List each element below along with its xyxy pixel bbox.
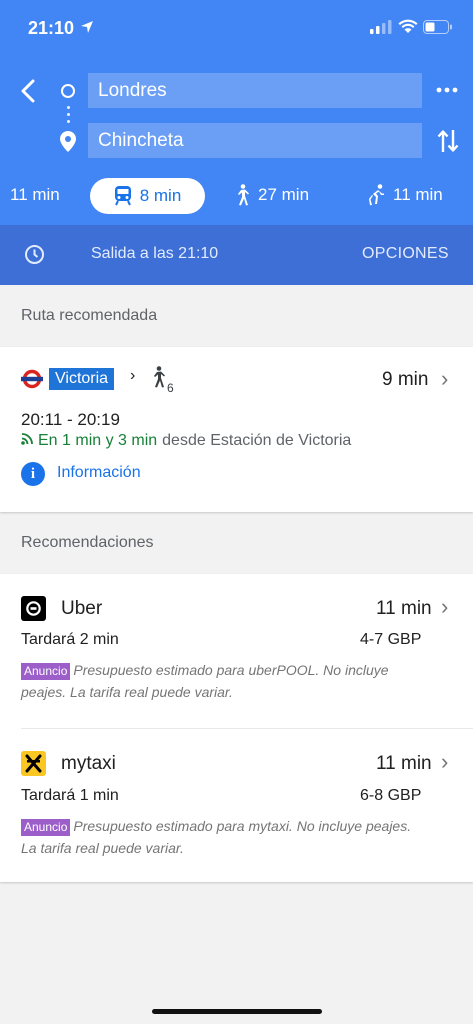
status-bar: 21:10 [0, 0, 473, 55]
battery-icon [423, 20, 453, 39]
options-button[interactable]: OPCIONES [362, 245, 449, 263]
live-signal-icon [21, 432, 34, 450]
live-times: En 1 min y 3 min [38, 432, 158, 449]
uber-wait: Tardará 2 min [21, 631, 119, 648]
departure-station: desde Estación de Victoria [162, 432, 352, 449]
route-step-separator-icon: › [130, 367, 136, 384]
mytaxi-name: mytaxi [61, 753, 116, 774]
chevron-right-icon: › [441, 366, 449, 391]
info-link[interactable]: Información [57, 464, 141, 482]
walking-icon [150, 366, 166, 393]
home-indicator[interactable] [152, 1009, 322, 1014]
uber-duration: 11 min [376, 598, 432, 619]
uber-ad-text: Presupuesto estimado para uberPOOL. No i… [21, 662, 389, 700]
tab-walk[interactable]: 27 min [234, 176, 309, 214]
chevron-right-icon: › [441, 749, 449, 774]
mytaxi-duration: 11 min [376, 753, 432, 774]
destination-input[interactable]: Chincheta [88, 123, 422, 158]
more-options-button[interactable] [435, 80, 459, 100]
ad-badge: Anuncio [21, 663, 71, 680]
live-departures: En 1 min y 3 min desde Estación de Victo… [21, 432, 351, 450]
origin-input[interactable]: Londres [88, 73, 422, 108]
directions-header: 21:10 Londres Chincheta 11 min 8 min 27 … [0, 0, 473, 225]
wifi-icon [398, 19, 418, 39]
underground-roundel-icon [21, 369, 43, 394]
chevron-right-icon: › [441, 594, 449, 619]
cycling-icon [367, 184, 385, 206]
mode-walk-label: 27 min [258, 185, 310, 204]
recommendations-heading: Recomendaciones [21, 534, 154, 551]
mode-cycle-label: 11 min [393, 185, 443, 204]
recommended-route-heading: Ruta recomendada [21, 307, 158, 324]
clock-icon [24, 244, 45, 270]
uber-price: 4-7 GBP [360, 631, 422, 648]
departure-time-selector[interactable]: Salida a las 21:10 [91, 245, 218, 263]
mytaxi-price: 6-8 GBP [360, 787, 422, 804]
location-arrow-icon [80, 20, 94, 39]
uber-logo-icon [21, 596, 46, 621]
swap-vert-icon [437, 130, 459, 152]
cellular-signal-icon [370, 20, 392, 39]
walking-icon [234, 184, 250, 206]
more-horiz-icon [436, 87, 458, 93]
destination-pin-icon [60, 131, 76, 157]
back-button[interactable] [14, 76, 44, 106]
route-times: 20:11 - 20:19 [21, 410, 120, 429]
uber-ad-disclaimer: Anuncio Presupuesto estimado para uberPOO… [21, 659, 421, 703]
route-duration: 9 min [382, 369, 429, 390]
uber-name: Uber [61, 598, 103, 619]
mytaxi-logo-icon [21, 751, 46, 776]
mytaxi-ad-disclaimer: Anuncio Presupuesto estimado para mytaxi.… [21, 815, 421, 859]
mytaxi-wait: Tardará 1 min [21, 787, 119, 804]
mytaxi-ad-text: Presupuesto estimado para mytaxi. No inc… [21, 818, 412, 856]
mytaxi-option[interactable] [0, 729, 473, 882]
back-arrow-icon [21, 79, 35, 103]
tab-transit[interactable]: 8 min [90, 178, 205, 214]
route-dots-icon [67, 106, 70, 127]
mode-transit-label: 8 min [139, 186, 182, 205]
train-icon [114, 186, 132, 206]
ad-badge: Anuncio [21, 819, 71, 836]
info-icon[interactable]: i [21, 462, 45, 486]
origin-circle-icon [61, 84, 75, 98]
tab-cycle[interactable]: 11 min [367, 176, 443, 214]
swap-locations-button[interactable] [437, 128, 459, 159]
line-badge-victoria: Victoria [49, 368, 115, 390]
status-time: 21:10 [28, 18, 75, 38]
mode-drive-label: 11 min [10, 185, 60, 204]
walk-minutes: 6 [167, 381, 174, 395]
tab-drive[interactable]: 11 min [10, 176, 60, 214]
